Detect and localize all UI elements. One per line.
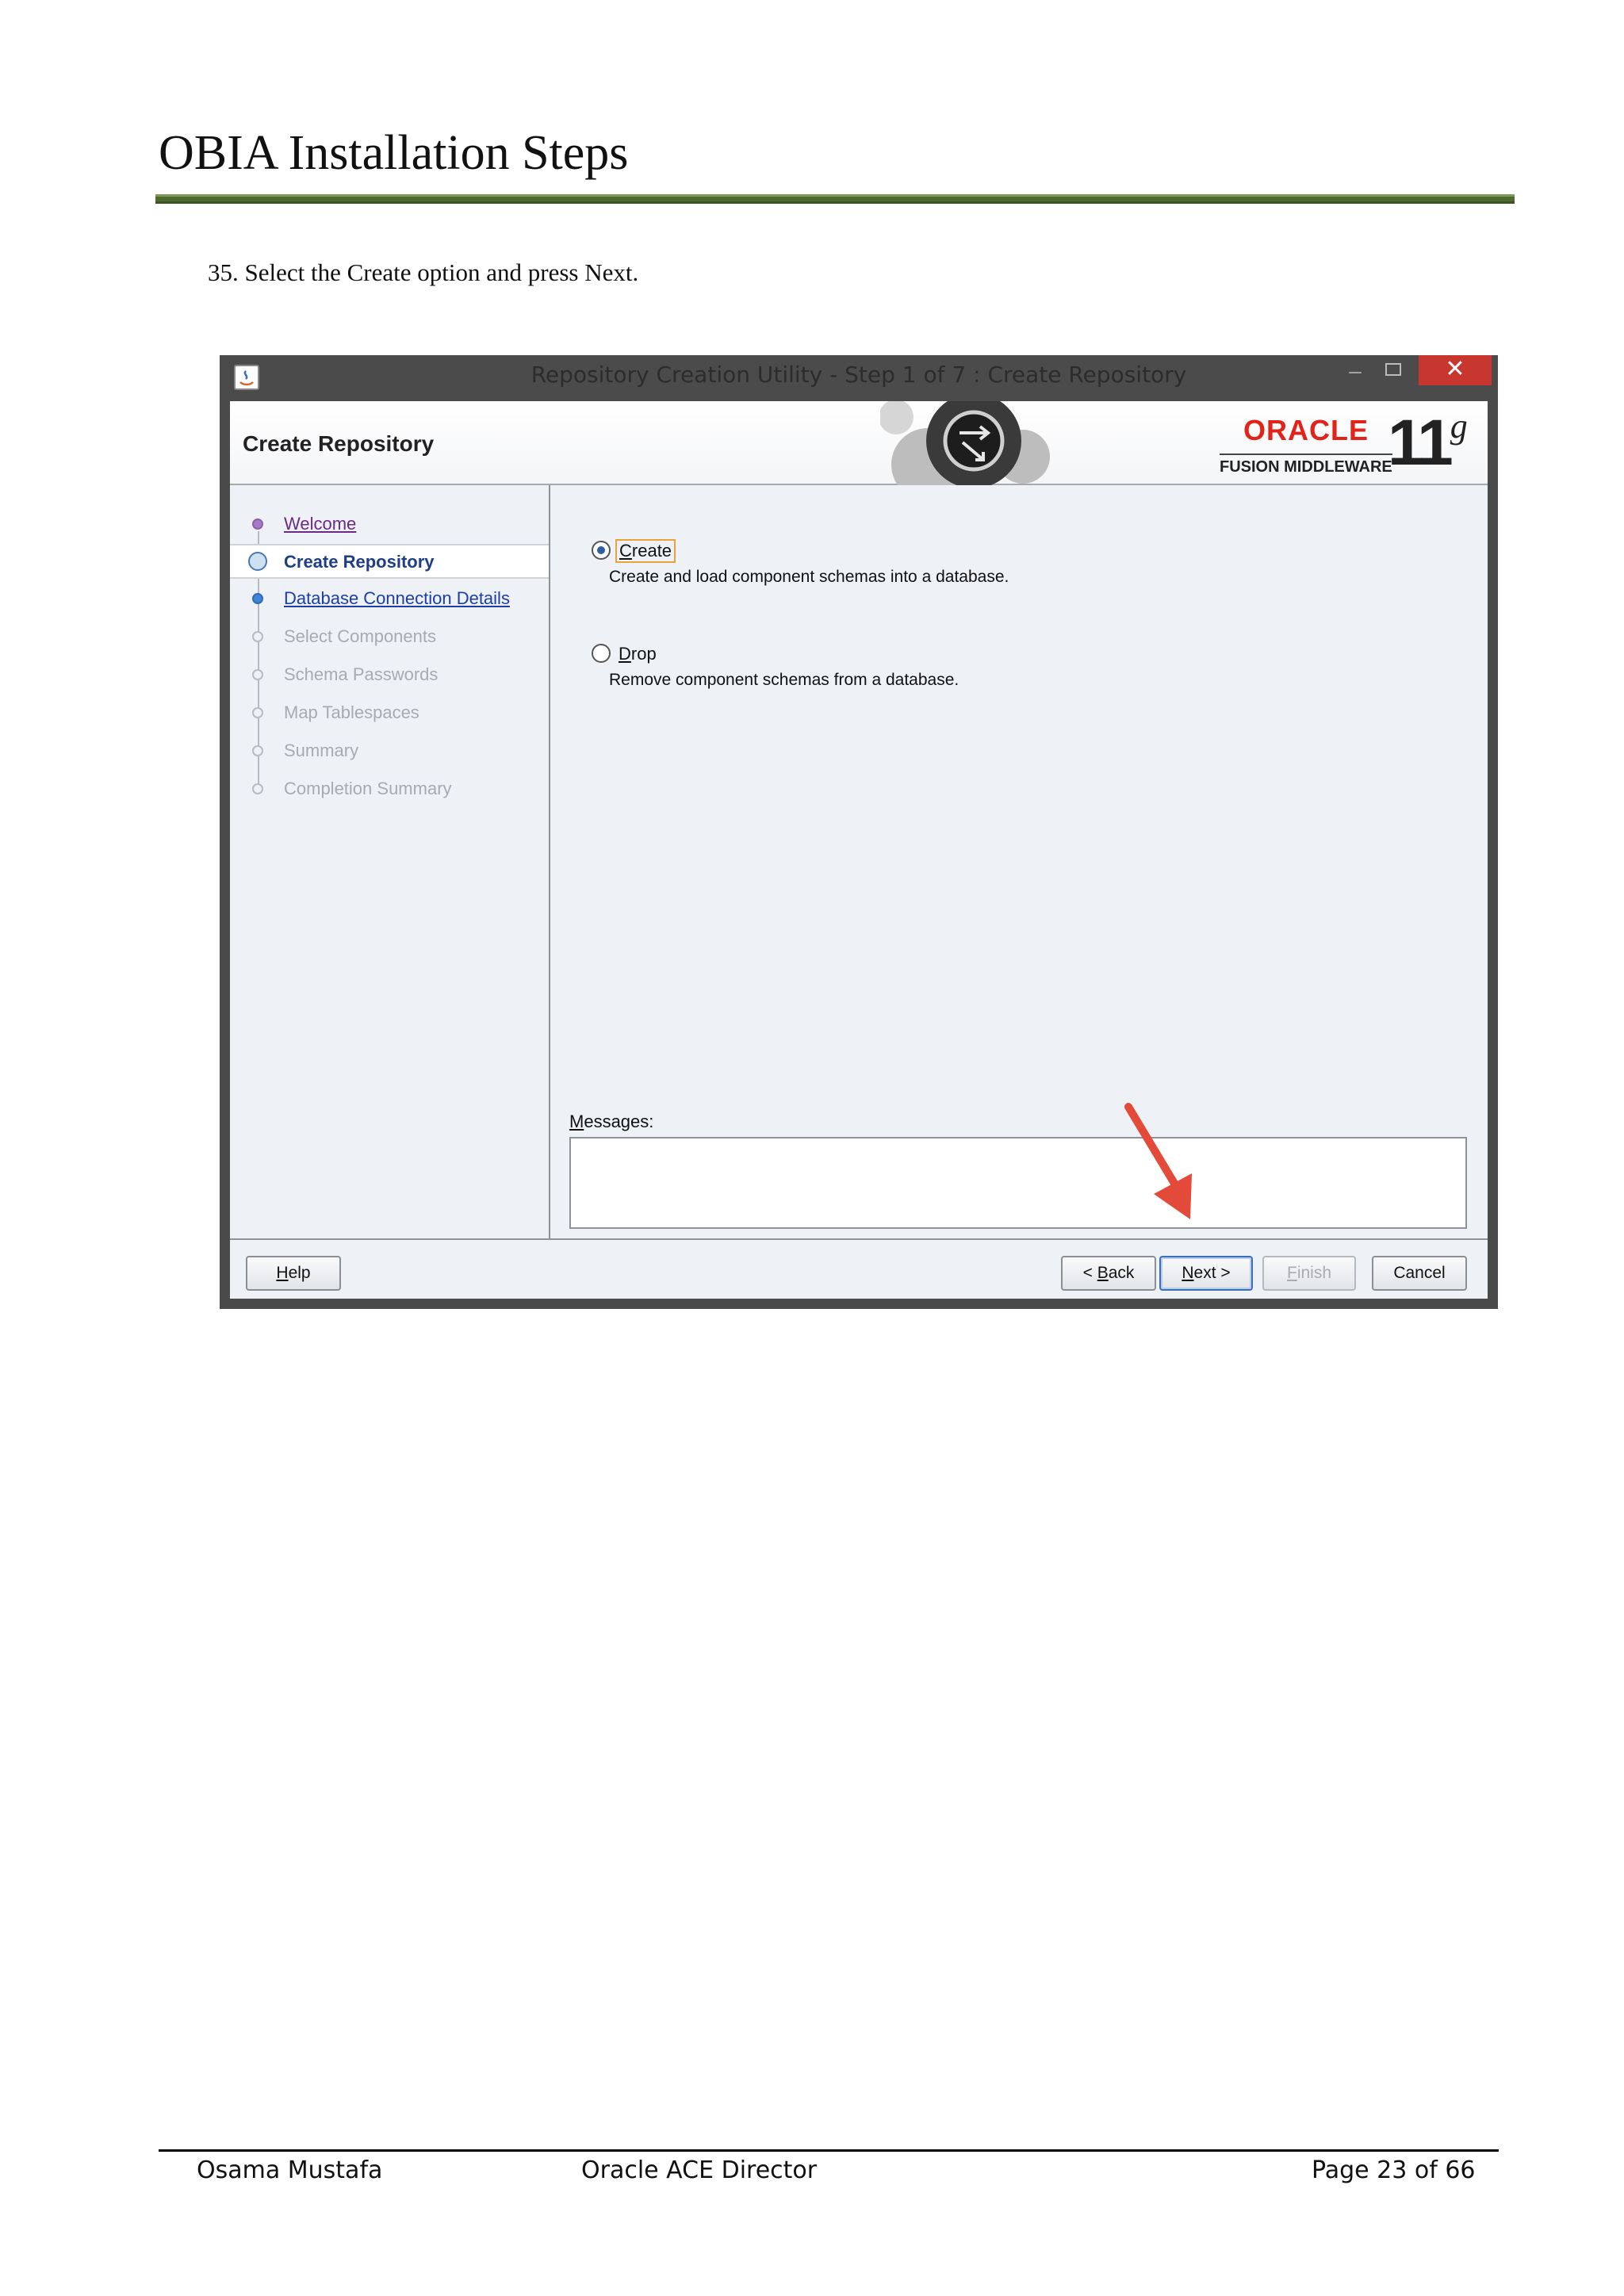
nav-step-map-tablespaces: Map Tablespaces — [230, 696, 549, 731]
window-title: Repository Creation Utility - Step 1 of … — [530, 362, 1187, 388]
close-icon[interactable]: ✕ — [1419, 355, 1492, 385]
footer-author: Osama Mustafa — [197, 2156, 383, 2184]
cancel-button[interactable]: Cancel — [1372, 1256, 1467, 1291]
nav-step-label: Database Connection Details — [284, 588, 510, 608]
next-button[interactable]: Next > — [1159, 1256, 1253, 1291]
fusion-middleware-label: FUSION MIDDLEWARE — [1220, 453, 1392, 476]
document-title: OBIA Installation Steps — [159, 126, 629, 180]
nav-step-schema-passwords: Schema Passwords — [230, 658, 549, 693]
footer-role: Oracle ACE Director — [581, 2156, 818, 2184]
version-badge: 11g — [1388, 407, 1468, 479]
nav-step-label: Map Tablespaces — [284, 702, 419, 722]
content-panel: Create Create and load component schemas… — [552, 485, 1488, 1238]
nav-step-label: Schema Passwords — [284, 664, 439, 684]
nav-step-label: Completion Summary — [284, 779, 452, 798]
create-radio[interactable] — [592, 541, 611, 560]
button-bar: Help < Back Next > Finish Cancel — [230, 1238, 1488, 1299]
step-pending-icon — [252, 669, 263, 680]
header-band: Create Repository ORACLE FUSION MIDDLEWA… — [230, 401, 1488, 485]
page-heading: Create Repository — [243, 431, 435, 456]
oracle-wordmark: ORACLE — [1243, 414, 1369, 446]
drop-radio[interactable] — [592, 644, 611, 663]
help-button[interactable]: Help — [246, 1256, 341, 1291]
nav-step-label: Welcome — [284, 514, 357, 534]
nav-step-completion-summary: Completion Summary — [230, 772, 549, 807]
nav-step-database-connection[interactable]: Database Connection Details — [230, 582, 549, 617]
step-instruction: 35. Select the Create option and press N… — [208, 258, 639, 286]
red-arrow-annotation-icon — [1124, 1103, 1192, 1219]
rcu-window: Repository Creation Utility - Step 1 of … — [220, 355, 1498, 1309]
step-pending-icon — [252, 707, 263, 718]
step-current-icon — [248, 552, 267, 571]
maximize-icon[interactable] — [1377, 355, 1409, 387]
step-pending-icon — [252, 745, 263, 756]
step-pending-icon — [252, 631, 263, 642]
create-option-label[interactable]: Create — [615, 539, 676, 563]
nav-step-welcome[interactable]: Welcome — [230, 507, 549, 542]
back-button[interactable]: < Back — [1061, 1256, 1156, 1291]
nav-step-summary: Summary — [230, 734, 549, 769]
window-titlebar[interactable]: Repository Creation Utility - Step 1 of … — [220, 355, 1498, 401]
messages-textarea[interactable] — [569, 1137, 1467, 1229]
window-client-area: Create Repository ORACLE FUSION MIDDLEWA… — [230, 401, 1488, 1299]
create-option-description: Create and load component schemas into a… — [609, 568, 1009, 586]
nav-step-select-components: Select Components — [230, 620, 549, 655]
drop-option-label[interactable]: Drop — [619, 644, 657, 664]
nav-step-label: Summary — [284, 740, 359, 760]
step-pending-icon — [252, 783, 263, 794]
nav-step-label: Create Repository — [284, 552, 435, 572]
minimize-icon[interactable]: – — [1339, 358, 1371, 390]
footer-rule — [159, 2149, 1499, 2152]
step-done-icon — [252, 519, 263, 530]
drop-option-description: Remove component schemas from a database… — [609, 671, 959, 689]
finish-button[interactable]: Finish — [1262, 1256, 1356, 1291]
wizard-steps-nav: Welcome Create Repository Database Conne… — [230, 485, 550, 1238]
nav-step-create-repository[interactable]: Create Repository — [230, 544, 549, 579]
title-underline-rule — [155, 194, 1515, 204]
messages-label: Messages: — [569, 1112, 654, 1131]
step-next-icon — [252, 593, 263, 604]
footer-page-number: Page 23 of 66 — [1312, 2156, 1476, 2184]
nav-step-label: Select Components — [284, 626, 436, 646]
